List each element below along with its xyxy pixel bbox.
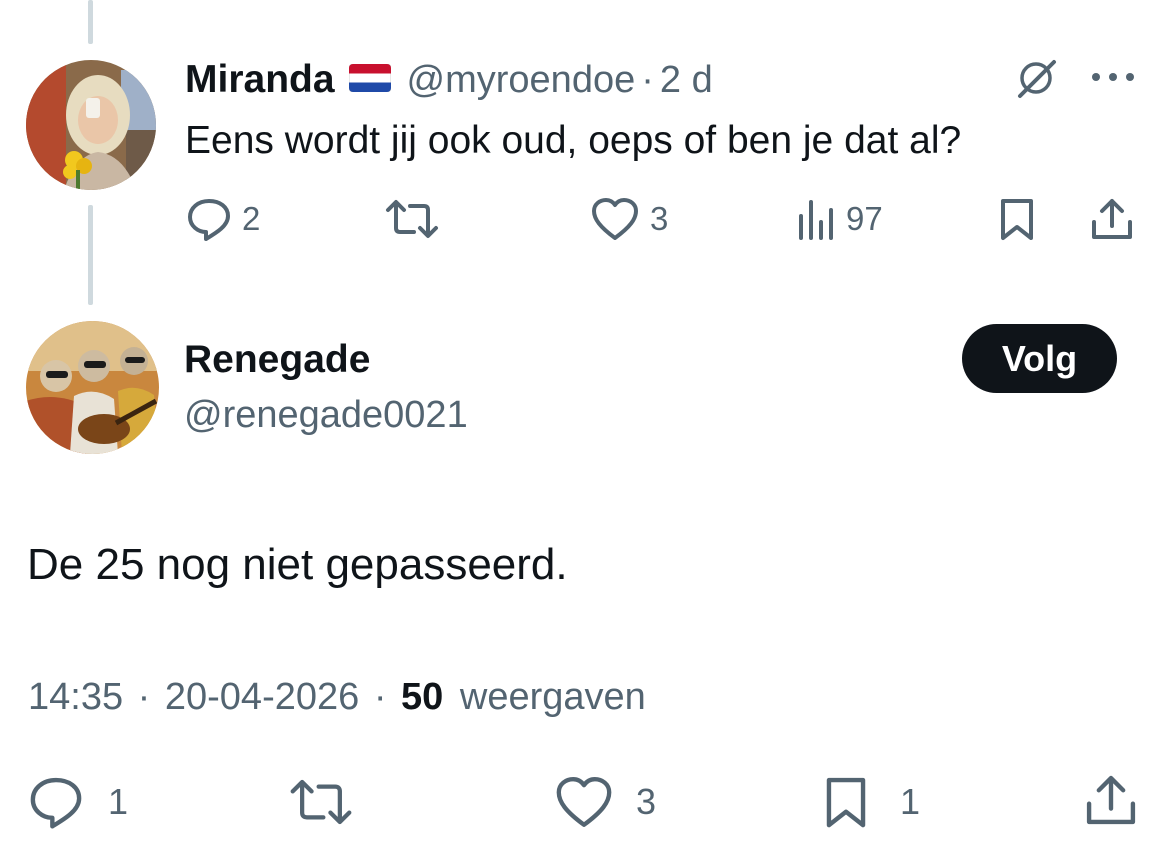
like-count: 3 (636, 781, 657, 822)
bookmark-button[interactable]: 1 (822, 774, 920, 830)
more-icon[interactable] (1088, 70, 1138, 89)
tweet-time[interactable]: 14:35 (28, 676, 123, 718)
views-label: weergaven (459, 676, 646, 718)
reply-count: 2 (242, 200, 261, 237)
reply-button[interactable]: 2 (186, 196, 260, 242)
retweet-icon (384, 196, 440, 242)
views-button[interactable]: 97 (796, 196, 883, 242)
like-count: 3 (650, 200, 669, 237)
like-button[interactable]: 3 (590, 196, 668, 242)
reply-icon (186, 196, 232, 242)
parent-tweet-header: Miranda @myroendoe · 2 d (185, 58, 713, 102)
main-tweet-text: De 25 nog niet gepasseerd. (27, 540, 568, 589)
share-icon (1084, 772, 1138, 828)
reply-count: 1 (108, 781, 129, 822)
tweet-date[interactable]: 20-04-2026 (165, 676, 359, 718)
follow-button[interactable]: Volg (962, 324, 1117, 393)
bookmark-icon (998, 196, 1036, 242)
bookmark-icon (822, 774, 870, 830)
display-name[interactable]: Renegade (184, 338, 370, 382)
timestamp[interactable]: 2 d (660, 59, 713, 102)
separator-dot: · (373, 676, 387, 718)
share-button[interactable] (1090, 196, 1134, 242)
like-button[interactable]: 3 (554, 774, 656, 830)
views-count: 50 (401, 676, 444, 718)
heart-icon (554, 774, 614, 830)
retweet-button[interactable] (288, 774, 354, 830)
views-count: 97 (846, 200, 883, 237)
avatar-renegade[interactable] (26, 321, 159, 454)
thread-line-connector (88, 205, 93, 305)
display-name[interactable]: Miranda (185, 58, 335, 102)
avatar-miranda[interactable] (26, 60, 156, 190)
retweet-button[interactable] (384, 196, 440, 242)
reply-button[interactable]: 1 (28, 774, 128, 830)
grok-icon[interactable] (1012, 54, 1060, 107)
retweet-icon (288, 774, 354, 830)
netherlands-flag-icon (348, 63, 392, 97)
bookmark-count: 1 (900, 781, 921, 822)
heart-icon (590, 196, 640, 242)
bookmark-button[interactable] (998, 196, 1036, 242)
share-button[interactable] (1084, 772, 1138, 828)
views-icon (796, 196, 836, 242)
parent-tweet-text: Eens wordt jij ook oud, oeps of ben je d… (185, 119, 962, 162)
separator-dot: · (137, 676, 151, 718)
separator-dot: · (641, 58, 654, 101)
share-icon (1090, 196, 1134, 242)
reply-icon (28, 774, 84, 830)
handle[interactable]: @renegade0021 (184, 394, 468, 437)
handle[interactable]: @myroendoe (407, 59, 636, 102)
tweet-meta: 14:35 · 20-04-2026 · 50 weergaven (28, 676, 646, 719)
thread-line-top (88, 0, 93, 44)
